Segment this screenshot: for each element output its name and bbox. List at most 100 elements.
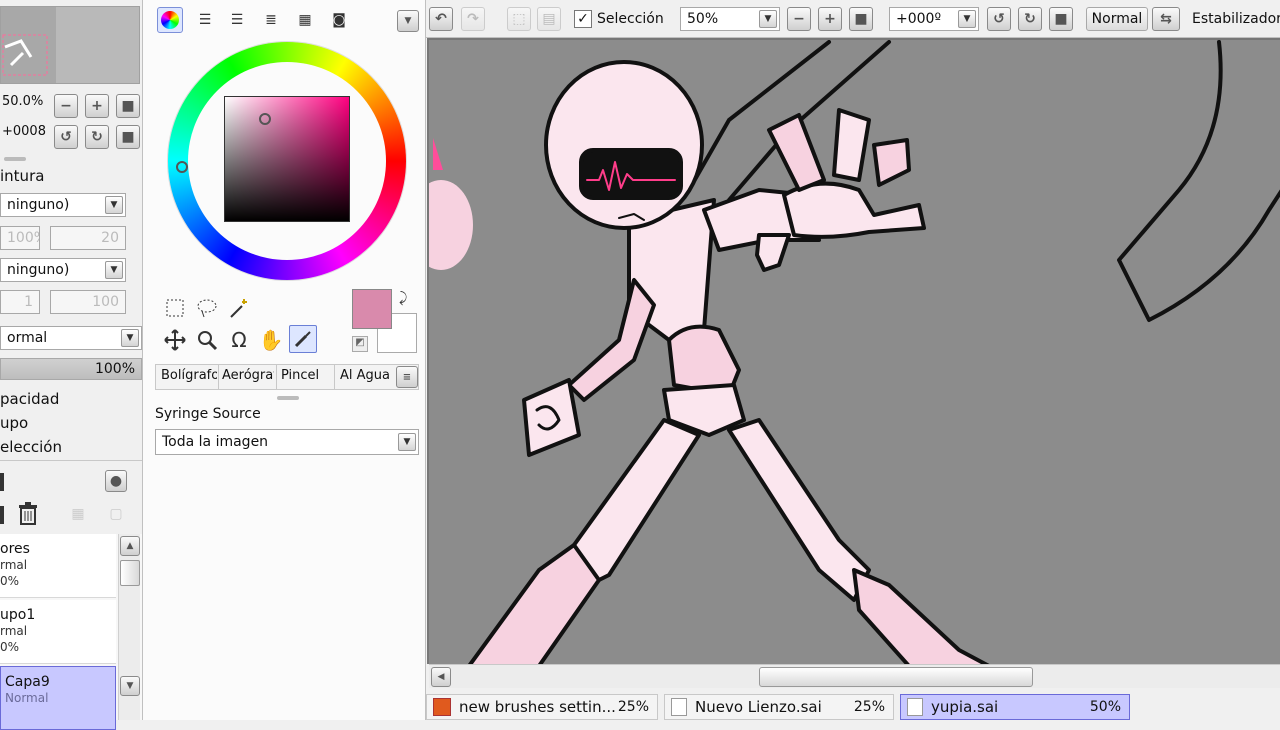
brush-tabs: Bolígrafo Aerógraf Pincel Al Agua ≡ <box>155 364 419 390</box>
layer-mode: rmal <box>0 624 28 638</box>
scroll-down-button[interactable]: ▼ <box>120 676 140 696</box>
document-icon <box>671 698 687 716</box>
brush-tab-ballpen[interactable]: Bolígrafo <box>161 368 217 383</box>
saturation-value-square[interactable] <box>224 96 350 222</box>
rgb-slider-tab[interactable]: ☰ <box>191 6 219 34</box>
primary-color-swatch[interactable] <box>352 289 392 329</box>
chevron-down-icon[interactable]: ▼ <box>121 329 139 347</box>
selection-checkbox[interactable]: ✓ <box>574 10 592 28</box>
move-icon[interactable] <box>161 326 189 354</box>
deselect-button[interactable]: ⬚ <box>507 7 531 31</box>
brush-tab-brush[interactable]: Pincel <box>281 368 331 383</box>
hand-icon[interactable]: ✋ <box>257 326 285 354</box>
swatches-tab[interactable]: ▦ <box>291 6 319 34</box>
hsv-slider-tab[interactable]: ☰ <box>223 6 251 34</box>
scroll-thumb[interactable] <box>759 667 1033 687</box>
reset-colors-icon[interactable]: ◩ <box>352 336 368 352</box>
layer-scrollbar[interactable]: ▲ ▼ <box>118 534 140 720</box>
nav-zoom-reset-button[interactable]: ■ <box>116 94 140 118</box>
layer-blend-select[interactable]: ormal ▼ <box>0 326 142 350</box>
layer-section-divider <box>0 460 142 461</box>
lasso-icon[interactable] <box>193 294 221 322</box>
nav-zoom-in-button[interactable]: + <box>85 94 109 118</box>
panel-collapse-button[interactable]: ▼ <box>397 10 419 32</box>
zoom-icon[interactable] <box>193 326 221 354</box>
effect-select[interactable]: ninguno) ▼ <box>0 258 126 282</box>
layer-mask-button[interactable]: ● <box>105 470 127 492</box>
brush-tabs-menu-button[interactable]: ≡ <box>396 366 418 388</box>
stabilizer-label: Estabilizador <box>1192 11 1280 27</box>
swap-colors-icon[interactable]: ⤸ <box>399 290 407 306</box>
nav-rotate-left-button[interactable]: ↺ <box>54 125 78 149</box>
zoom-out-button[interactable]: − <box>787 7 811 31</box>
doc-tab-name: new brushes settin... <box>459 698 616 716</box>
chevron-down-icon[interactable]: ▼ <box>398 433 416 451</box>
texture-select[interactable]: ninguno) ▼ <box>0 193 126 217</box>
magic-wand-icon[interactable] <box>225 294 253 322</box>
layer-item-selected[interactable]: Capa9 Normal <box>0 666 116 730</box>
zoom-select[interactable]: 50% ▼ <box>680 7 780 31</box>
layer-item[interactable]: upo1 rmal 0% <box>0 600 116 664</box>
top-toolbar: ↶ ↷ ⬚ ▤ ✓ Selección 50% ▼ − + ■ +000º ▼ … <box>426 0 1280 38</box>
layer-opacity: 0% <box>0 640 20 654</box>
brush-tab-water[interactable]: Al Agua <box>340 368 390 383</box>
flip-horizontal-button[interactable]: ⇆ <box>1152 7 1180 31</box>
panel-splitter[interactable] <box>4 157 26 161</box>
doc-tab[interactable]: new brushes settin... 25% <box>426 694 658 720</box>
doc-tab-name: Nuevo Lienzo.sai <box>695 698 822 716</box>
rect-select-icon[interactable] <box>161 294 189 322</box>
nav-zoom-field[interactable]: 50.0% <box>0 90 46 112</box>
undo-button[interactable]: ↶ <box>429 7 453 31</box>
rotate-icon[interactable]: Ω <box>225 326 253 354</box>
layer-icon <box>0 506 4 524</box>
nav-angle-field[interactable]: +0008 <box>0 120 46 142</box>
hue-marker[interactable] <box>176 161 188 173</box>
rotate-right-button[interactable]: ↻ <box>1018 7 1042 31</box>
chevron-down-icon[interactable]: ▼ <box>105 196 123 214</box>
color-wheel-tab[interactable] <box>157 7 183 33</box>
merge-down-icon[interactable]: ▦ <box>64 500 92 528</box>
brush-tab-airbrush[interactable]: Aerógraf <box>222 368 274 383</box>
size-min-field: 1 <box>0 290 40 314</box>
scroll-thumb[interactable] <box>120 560 140 586</box>
canvas-area[interactable] <box>427 38 1280 664</box>
doc-tab-zoom: 25% <box>617 699 649 715</box>
canvas-h-scrollbar[interactable]: ◀ <box>429 664 1280 688</box>
canvas-blend-field[interactable]: Normal <box>1086 7 1148 31</box>
document-icon <box>907 698 923 716</box>
doc-tab-active[interactable]: yupia.sai 50% <box>900 694 1130 720</box>
trash-icon[interactable] <box>14 500 42 528</box>
clip-group-checkbox[interactable]: upo <box>0 414 28 432</box>
rotate-reset-button[interactable]: ■ <box>1049 7 1073 31</box>
scroll-left-button[interactable]: ◀ <box>431 667 451 687</box>
invert-selection-button[interactable]: ▤ <box>537 7 561 31</box>
scratchpad-tab[interactable]: ◙ <box>325 6 353 34</box>
zoom-in-button[interactable]: + <box>818 7 842 31</box>
redo-button[interactable]: ↷ <box>461 7 485 31</box>
density-value-field: 20 <box>50 226 126 250</box>
nav-zoom-out-button[interactable]: − <box>54 94 78 118</box>
layer-item[interactable]: ores rmal 0% <box>0 534 116 598</box>
syringe-source-select[interactable]: Toda la imagen ▼ <box>155 429 419 455</box>
clear-layer-icon[interactable]: ▢ <box>102 500 130 528</box>
syringe-source-label: Syringe Source <box>155 406 261 422</box>
rotation-select[interactable]: +000º ▼ <box>889 7 979 31</box>
eyedropper-icon[interactable] <box>289 325 317 353</box>
nav-rotate-right-button[interactable]: ↻ <box>85 125 109 149</box>
selection-source-checkbox[interactable]: elección <box>0 438 62 456</box>
scroll-up-button[interactable]: ▲ <box>120 536 140 556</box>
chevron-down-icon[interactable]: ▼ <box>958 10 976 28</box>
panel-splitter[interactable] <box>277 396 299 400</box>
nav-rotate-reset-button[interactable]: ■ <box>116 125 140 149</box>
layer-name: ores <box>0 541 30 557</box>
navigator-preview[interactable] <box>0 6 140 84</box>
zoom-reset-button[interactable]: ■ <box>849 7 873 31</box>
rotate-left-button[interactable]: ↺ <box>987 7 1011 31</box>
chevron-down-icon[interactable]: ▼ <box>105 261 123 279</box>
protect-opacity-checkbox[interactable]: pacidad <box>0 390 59 408</box>
sv-marker[interactable] <box>259 113 271 125</box>
doc-tab[interactable]: Nuevo Lienzo.sai 25% <box>664 694 894 720</box>
chevron-down-icon[interactable]: ▼ <box>759 10 777 28</box>
mixer-tab[interactable]: ≣ <box>257 6 285 34</box>
opacity-slider[interactable]: 100% <box>0 358 142 380</box>
